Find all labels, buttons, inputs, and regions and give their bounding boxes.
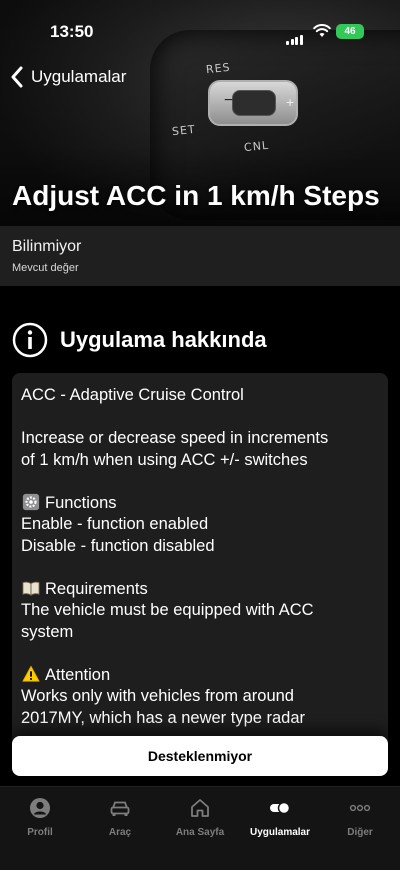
acc-rocker-graphic bbox=[208, 80, 298, 126]
about-line: Increase or decrease speed in increments bbox=[21, 429, 329, 447]
tab-label: Diğer bbox=[347, 827, 373, 838]
tab-uygulamalar[interactable]: Uygulamalar bbox=[240, 787, 320, 870]
about-line: Enable - function enabled bbox=[21, 515, 209, 533]
current-value: Bilinmiyor bbox=[12, 238, 82, 255]
attention-heading: Attention bbox=[21, 665, 380, 687]
back-button[interactable]: Uygulamalar bbox=[10, 66, 126, 88]
tab-bar: Profil Araç Ana Sayfa Uygulamalar Diğer bbox=[0, 786, 400, 870]
tab-label: Araç bbox=[108, 827, 132, 838]
functions-heading: Functions bbox=[21, 493, 380, 515]
wheel-label-res: RES bbox=[205, 60, 232, 77]
functions-heading-text: Functions bbox=[45, 493, 117, 512]
tab-label: Uygulamalar bbox=[249, 827, 311, 838]
tab-profil[interactable]: Profil bbox=[0, 787, 80, 870]
requirements-heading-text: Requirements bbox=[45, 579, 148, 598]
about-line: Works only with vehicles from around bbox=[21, 687, 294, 705]
about-line: system bbox=[21, 622, 74, 641]
status-bar: 13:50 46 bbox=[0, 0, 400, 54]
car-icon bbox=[110, 801, 130, 816]
about-line: ACC - Adaptive Cruise Control bbox=[21, 386, 244, 404]
book-icon bbox=[22, 581, 40, 596]
back-label: Uygulamalar bbox=[31, 67, 127, 86]
gear-icon bbox=[22, 493, 40, 510]
warning-icon bbox=[22, 665, 40, 682]
toggle-icon bbox=[270, 801, 291, 815]
about-card: ACC - Adaptive Cruise Control Increase o… bbox=[12, 373, 388, 775]
tab-diger[interactable]: Diğer bbox=[320, 787, 400, 870]
minus-icon: − bbox=[224, 92, 234, 109]
battery-icon: 46 bbox=[336, 24, 364, 39]
attention-heading-text: Attention bbox=[45, 665, 111, 684]
about-header: Uygulama hakkında bbox=[12, 322, 267, 358]
plus-icon: + bbox=[286, 94, 295, 110]
wifi-icon bbox=[313, 24, 331, 37]
unsupported-button[interactable]: Desteklenmiyor bbox=[12, 736, 388, 776]
about-title: Uygulama hakkında bbox=[60, 327, 267, 352]
more-icon bbox=[349, 804, 371, 812]
person-icon bbox=[30, 798, 50, 818]
about-line: Disable - function disabled bbox=[21, 536, 215, 555]
about-line: The vehicle must be equipped with ACC bbox=[21, 601, 314, 619]
home-icon bbox=[191, 799, 209, 817]
status-time: 13:50 bbox=[50, 22, 94, 41]
info-icon bbox=[12, 322, 48, 358]
about-line: of 1 km/h when using ACC +/- switches bbox=[21, 450, 308, 469]
wheel-label-set: SET bbox=[171, 122, 197, 139]
tab-label: Ana Sayfa bbox=[175, 827, 225, 838]
cellular-signal-icon bbox=[286, 27, 304, 45]
about-line: 2017MY, which has a newer type radar bbox=[21, 708, 306, 727]
current-value-caption: Mevcut değer bbox=[12, 262, 79, 274]
requirements-heading: Requirements bbox=[21, 579, 380, 601]
tab-label: Profil bbox=[27, 827, 53, 838]
tab-arac[interactable]: Araç bbox=[80, 787, 160, 870]
page-title: Adjust ACC in 1 km/h Steps bbox=[12, 180, 380, 211]
tab-ana-sayfa[interactable]: Ana Sayfa bbox=[160, 787, 240, 870]
chevron-left-icon bbox=[11, 66, 23, 88]
current-value-row: Bilinmiyor Mevcut değer bbox=[0, 226, 400, 286]
